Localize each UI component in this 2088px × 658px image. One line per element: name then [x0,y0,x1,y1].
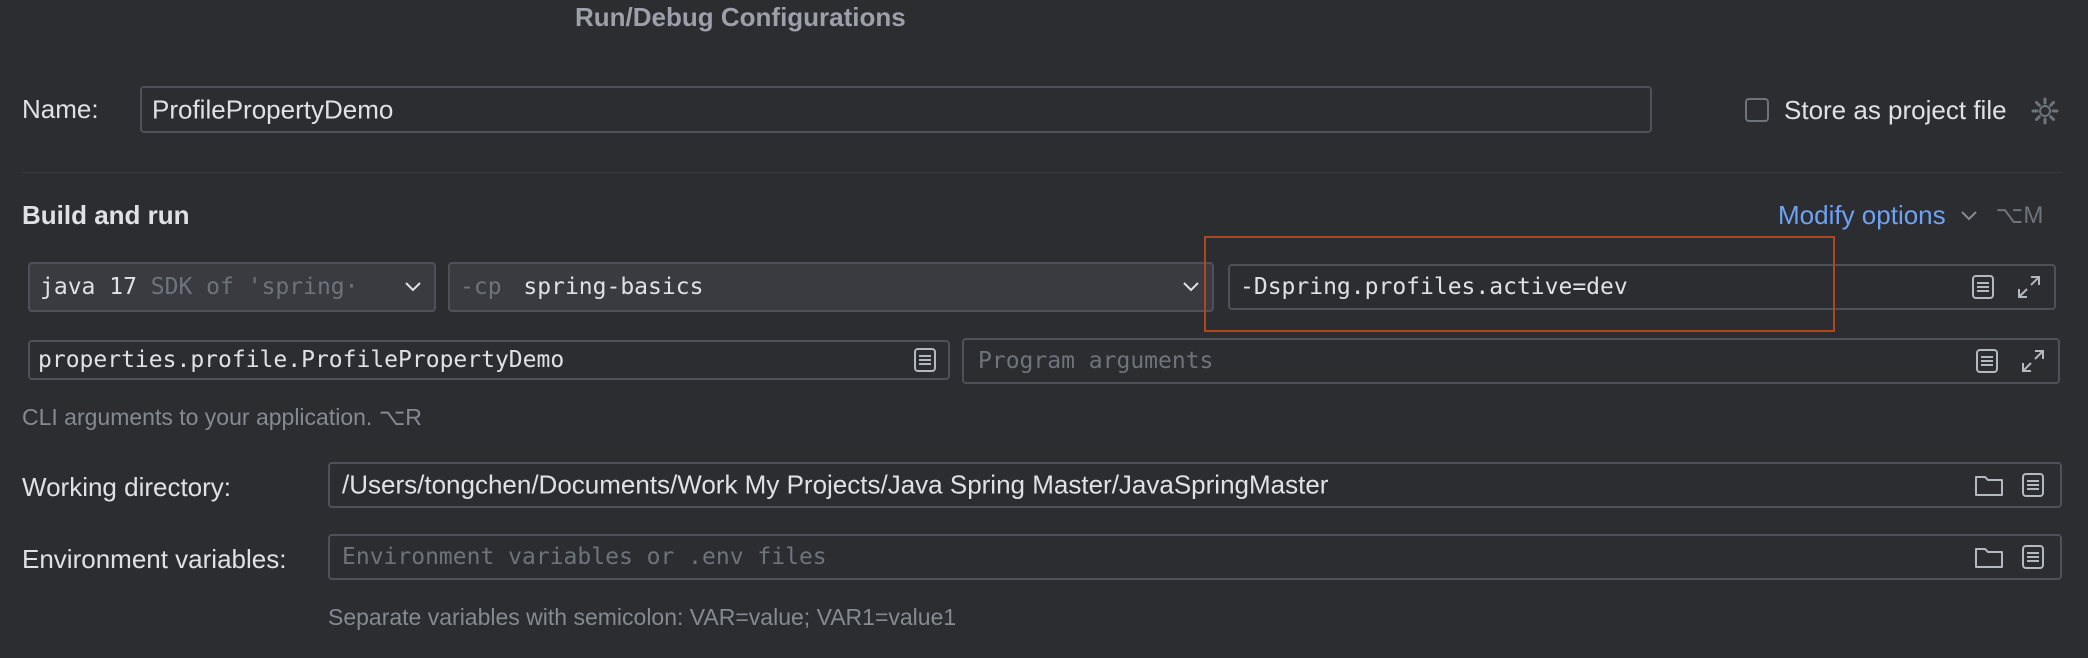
chevron-down-icon [398,272,428,302]
name-field[interactable]: ProfilePropertyDemo [140,86,1652,133]
environment-variables-placeholder: Environment variables or .env files [342,544,827,570]
cp-prefix: -cp [460,274,502,300]
list-icon[interactable] [1968,272,1998,302]
working-directory-field[interactable]: /Users/tongchen/Documents/Work My Projec… [328,462,2062,508]
modify-options-shortcut: ⌥M [1995,202,2044,229]
cp-value: spring-basics [523,274,704,300]
list-icon[interactable] [910,345,940,375]
jdk-detail: SDK of 'spring· [150,274,359,300]
dialog-title: Run/Debug Configurations [575,2,906,32]
chevron-down-icon [1176,272,1206,302]
name-label: Name: [22,94,99,124]
list-icon[interactable] [2018,542,2048,572]
chevron-down-icon [1960,210,1978,222]
cli-hint: CLI arguments to your application. ⌥R [22,404,422,430]
program-arguments-field[interactable]: Program arguments [962,338,2060,384]
list-icon[interactable] [2018,470,2048,500]
classpath-select[interactable]: -cp spring-basics [448,262,1214,312]
expand-icon[interactable] [2014,272,2044,302]
jdk-select[interactable]: java 17 SDK of 'spring· [28,262,436,312]
expand-icon[interactable] [2018,346,2048,376]
folder-icon[interactable] [1974,470,2004,500]
name-value: ProfilePropertyDemo [152,94,394,124]
environment-variables-hint: Separate variables with semicolon: VAR=v… [328,604,957,630]
highlight-box [1204,236,1835,332]
store-project-checkbox[interactable] [1745,98,1769,122]
program-arguments-placeholder: Program arguments [978,348,1214,374]
main-class-field[interactable]: properties.profile.ProfilePropertyDemo [28,340,950,380]
environment-variables-field[interactable]: Environment variables or .env files [328,534,2062,580]
list-icon[interactable] [1972,346,2002,376]
working-directory-label: Working directory: [22,472,232,502]
gear-icon[interactable] [2030,96,2060,126]
store-project-label: Store as project file [1784,95,2007,125]
modify-options-link[interactable]: Modify options ⌥M [1778,200,2043,231]
working-directory-value: /Users/tongchen/Documents/Work My Projec… [342,469,1329,500]
environment-variables-label: Environment variables: [22,544,287,574]
main-class-value: properties.profile.ProfilePropertyDemo [38,347,565,373]
jdk-main: java 17 [40,274,137,300]
folder-icon[interactable] [1974,542,2004,572]
section-divider [22,172,2062,173]
build-run-heading: Build and run [22,200,190,230]
modify-options-label: Modify options [1778,200,1946,230]
